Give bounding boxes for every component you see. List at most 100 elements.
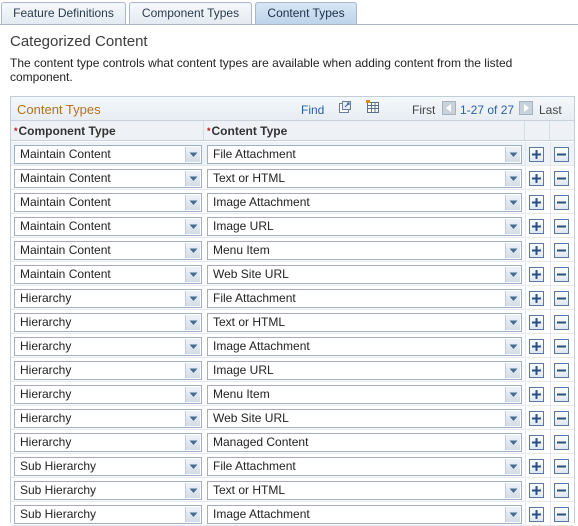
add-row-button[interactable]	[529, 243, 544, 258]
delete-row-button[interactable]	[554, 339, 569, 354]
chevron-down-icon[interactable]	[505, 411, 520, 426]
chevron-down-icon[interactable]	[185, 411, 200, 426]
delete-row-button[interactable]	[554, 171, 569, 186]
add-row-button[interactable]	[529, 147, 544, 162]
add-row-button[interactable]	[529, 267, 544, 282]
content-type-select[interactable]: File Attachment	[207, 457, 522, 476]
add-row-button[interactable]	[529, 483, 544, 498]
delete-row-button[interactable]	[554, 243, 569, 258]
delete-row-button[interactable]	[554, 411, 569, 426]
chevron-down-icon[interactable]	[505, 339, 520, 354]
content-type-select[interactable]: Image Attachment	[207, 337, 522, 356]
tab-component-types[interactable]: Component Types	[129, 2, 252, 24]
chevron-down-icon[interactable]	[185, 459, 200, 474]
chevron-down-icon[interactable]	[185, 267, 200, 282]
add-row-button[interactable]	[529, 219, 544, 234]
chevron-down-icon[interactable]	[185, 339, 200, 354]
find-link[interactable]: Find	[301, 103, 324, 117]
delete-row-button[interactable]	[554, 435, 569, 450]
delete-row-button[interactable]	[554, 387, 569, 402]
chevron-down-icon[interactable]	[505, 267, 520, 282]
chevron-down-icon[interactable]	[505, 363, 520, 378]
content-type-select[interactable]: File Attachment	[207, 289, 522, 308]
component-type-select[interactable]: Hierarchy	[14, 433, 202, 452]
delete-row-button[interactable]	[554, 459, 569, 474]
chevron-down-icon[interactable]	[185, 315, 200, 330]
component-type-select[interactable]: Hierarchy	[14, 337, 202, 356]
component-type-select[interactable]: Maintain Content	[14, 193, 202, 212]
component-type-select[interactable]: Hierarchy	[14, 313, 202, 332]
delete-row-button[interactable]	[554, 147, 569, 162]
content-type-select[interactable]: Menu Item	[207, 385, 522, 404]
chevron-down-icon[interactable]	[505, 291, 520, 306]
content-type-select[interactable]: Image Attachment	[207, 505, 522, 524]
chevron-down-icon[interactable]	[505, 483, 520, 498]
content-type-select[interactable]: Image Attachment	[207, 193, 522, 212]
content-type-select[interactable]: Web Site URL	[207, 265, 522, 284]
chevron-down-icon[interactable]	[505, 315, 520, 330]
component-type-select[interactable]: Hierarchy	[14, 361, 202, 380]
chevron-down-icon[interactable]	[185, 243, 200, 258]
chevron-down-icon[interactable]	[185, 171, 200, 186]
content-type-select[interactable]: Text or HTML	[207, 481, 522, 500]
chevron-down-icon[interactable]	[505, 243, 520, 258]
content-type-select[interactable]: Managed Content	[207, 433, 522, 452]
component-type-select[interactable]: Maintain Content	[14, 217, 202, 236]
chevron-down-icon[interactable]	[505, 459, 520, 474]
add-row-button[interactable]	[529, 507, 544, 522]
tab-content-types[interactable]: Content Types	[255, 2, 357, 25]
add-row-button[interactable]	[529, 435, 544, 450]
chevron-down-icon[interactable]	[505, 507, 520, 522]
prev-arrow-icon[interactable]	[442, 101, 456, 115]
add-row-button[interactable]	[529, 459, 544, 474]
component-type-select[interactable]: Sub Hierarchy	[14, 505, 202, 524]
chevron-down-icon[interactable]	[185, 387, 200, 402]
chevron-down-icon[interactable]	[185, 291, 200, 306]
chevron-down-icon[interactable]	[185, 219, 200, 234]
chevron-down-icon[interactable]	[185, 147, 200, 162]
chevron-down-icon[interactable]	[505, 195, 520, 210]
add-row-button[interactable]	[529, 387, 544, 402]
component-type-select[interactable]: Maintain Content	[14, 265, 202, 284]
component-type-select[interactable]: Hierarchy	[14, 385, 202, 404]
delete-row-button[interactable]	[554, 267, 569, 282]
content-type-select[interactable]: File Attachment	[207, 145, 522, 164]
chevron-down-icon[interactable]	[505, 147, 520, 162]
component-type-select[interactable]: Sub Hierarchy	[14, 457, 202, 476]
add-row-button[interactable]	[529, 363, 544, 378]
component-type-select[interactable]: Maintain Content	[14, 169, 202, 188]
delete-row-button[interactable]	[554, 363, 569, 378]
add-row-button[interactable]	[529, 291, 544, 306]
content-type-select[interactable]: Menu Item	[207, 241, 522, 260]
add-row-button[interactable]	[529, 411, 544, 426]
chevron-down-icon[interactable]	[185, 363, 200, 378]
delete-row-button[interactable]	[554, 315, 569, 330]
delete-row-button[interactable]	[554, 195, 569, 210]
chevron-down-icon[interactable]	[505, 171, 520, 186]
delete-row-button[interactable]	[554, 483, 569, 498]
content-type-select[interactable]: Text or HTML	[207, 169, 522, 188]
component-type-select[interactable]: Sub Hierarchy	[14, 481, 202, 500]
delete-row-button[interactable]	[554, 219, 569, 234]
content-type-select[interactable]: Text or HTML	[207, 313, 522, 332]
add-row-button[interactable]	[529, 339, 544, 354]
chevron-down-icon[interactable]	[505, 387, 520, 402]
component-type-select[interactable]: Maintain Content	[14, 241, 202, 260]
component-type-select[interactable]: Maintain Content	[14, 145, 202, 164]
component-type-select[interactable]: Hierarchy	[14, 289, 202, 308]
delete-row-button[interactable]	[554, 291, 569, 306]
chevron-down-icon[interactable]	[185, 483, 200, 498]
content-type-select[interactable]: Image URL	[207, 217, 522, 236]
chevron-down-icon[interactable]	[505, 219, 520, 234]
chevron-down-icon[interactable]	[185, 507, 200, 522]
grid-download-icon[interactable]	[366, 100, 380, 114]
chevron-down-icon[interactable]	[185, 195, 200, 210]
add-row-button[interactable]	[529, 195, 544, 210]
chevron-down-icon[interactable]	[505, 435, 520, 450]
component-type-select[interactable]: Hierarchy	[14, 409, 202, 428]
chevron-down-icon[interactable]	[185, 435, 200, 450]
view-all-icon[interactable]	[338, 100, 352, 114]
content-type-select[interactable]: Web Site URL	[207, 409, 522, 428]
delete-row-button[interactable]	[554, 507, 569, 522]
content-type-select[interactable]: Image URL	[207, 361, 522, 380]
